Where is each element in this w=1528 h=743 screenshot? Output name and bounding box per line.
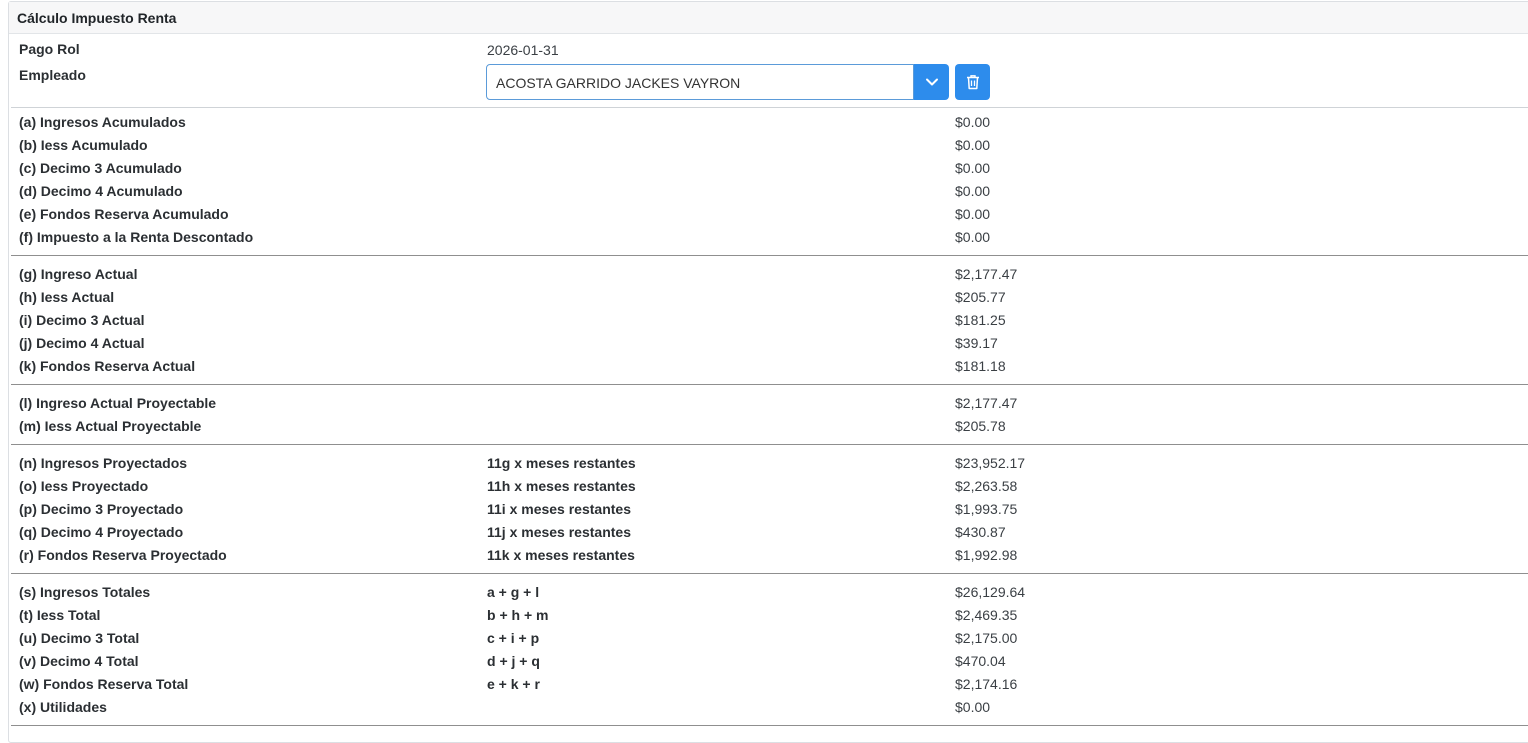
row-value: $0.00 [955, 137, 991, 153]
row-label: (a) Ingresos Acumulados [19, 114, 186, 130]
section-divider [11, 255, 1528, 256]
table-row: (x) Utilidades $0.00 [0, 695, 1528, 718]
row-value: $39.17 [955, 335, 998, 351]
table-row: (n) Ingresos Proyectados 11g x meses res… [0, 451, 1528, 474]
row-label: (p) Decimo 3 Proyectado [19, 501, 184, 517]
section-divider [11, 725, 1528, 726]
row-value: $181.25 [955, 312, 1006, 328]
table-row: (t) Iess Total b + h + m $2,469.35 [0, 603, 1528, 626]
row-formula: 11h x meses restantes [487, 478, 636, 494]
row-value: $2,263.58 [955, 478, 1018, 494]
table-row: (l) Ingreso Actual Proyectable $2,177.47 [0, 391, 1528, 414]
table-row: (w) Fondos Reserva Total e + k + r $2,17… [0, 672, 1528, 695]
table-row: (b) Iess Acumulado $0.00 [0, 133, 1528, 156]
row-value: $0.00 [955, 229, 991, 245]
table-row: (m) Iess Actual Proyectable $205.78 [0, 414, 1528, 437]
panel-title: Cálculo Impuesto Renta [17, 10, 177, 26]
row-value: $181.18 [955, 358, 1006, 374]
row-label: (b) Iess Acumulado [19, 137, 148, 153]
empleado-dropdown-button[interactable] [914, 64, 949, 100]
row-value: $0.00 [955, 160, 991, 176]
trash-icon [966, 75, 979, 90]
row-value: $0.00 [955, 206, 991, 222]
table-row: (k) Fondos Reserva Actual $181.18 [0, 354, 1528, 377]
row-formula: c + i + p [487, 630, 540, 646]
table-row: (d) Decimo 4 Acumulado $0.00 [0, 179, 1528, 202]
row-value: $205.77 [955, 289, 1006, 305]
pago-rol-label: Pago Rol [19, 41, 80, 57]
row-formula: 11g x meses restantes [487, 455, 636, 471]
row-value: $1,992.98 [955, 547, 1018, 563]
table-row: (s) Ingresos Totales a + g + l $26,129.6… [0, 580, 1528, 603]
row-label: (w) Fondos Reserva Total [19, 676, 189, 692]
row-value: $0.00 [955, 699, 991, 715]
section-divider [11, 573, 1528, 574]
table-row: (e) Fondos Reserva Acumulado $0.00 [0, 202, 1528, 225]
row-label: (g) Ingreso Actual [19, 266, 138, 282]
row-label: (c) Decimo 3 Acumulado [19, 160, 182, 176]
row-value: $430.87 [955, 524, 1006, 540]
table-row: (h) Iess Actual $205.77 [0, 285, 1528, 308]
row-formula: 11i x meses restantes [487, 501, 631, 517]
row-label: (m) Iess Actual Proyectable [19, 418, 202, 434]
pago-rol-value: 2026-01-31 [487, 42, 559, 58]
panel-header: Cálculo Impuesto Renta [9, 2, 1528, 34]
row-value: $470.04 [955, 653, 1006, 669]
row-value: $1,993.75 [955, 501, 1018, 517]
empleado-label: Empleado [19, 67, 86, 83]
row-label: (i) Decimo 3 Actual [19, 312, 145, 328]
row-label: (q) Decimo 4 Proyectado [19, 524, 184, 540]
table-row: (u) Decimo 3 Total c + i + p $2,175.00 [0, 626, 1528, 649]
row-formula: 11j x meses restantes [487, 524, 631, 540]
row-value: $205.78 [955, 418, 1006, 434]
row-value: $0.00 [955, 114, 991, 130]
table-row: (r) Fondos Reserva Proyectado 11k x mese… [0, 543, 1528, 566]
row-label: (h) Iess Actual [19, 289, 115, 305]
table-row: (c) Decimo 3 Acumulado $0.00 [0, 156, 1528, 179]
row-value: $23,952.17 [955, 455, 1026, 471]
row-label: (t) Iess Total [19, 607, 101, 623]
row-value: $2,174.16 [955, 676, 1018, 692]
empleado-select-value: ACOSTA GARRIDO JACKES VAYRON [496, 75, 741, 91]
row-label: (l) Ingreso Actual Proyectable [19, 395, 217, 411]
row-formula: b + h + m [487, 607, 549, 623]
row-value: $2,175.00 [955, 630, 1018, 646]
row-formula: d + j + q [487, 653, 540, 669]
clear-empleado-button[interactable] [955, 64, 990, 100]
row-formula: e + k + r [487, 676, 540, 692]
table-row: (f) Impuesto a la Renta Descontado $0.00 [0, 225, 1528, 248]
row-label: (v) Decimo 4 Total [19, 653, 139, 669]
chevron-down-icon [925, 78, 938, 86]
row-label: (d) Decimo 4 Acumulado [19, 183, 183, 199]
row-label: (n) Ingresos Proyectados [19, 455, 188, 471]
table-row: (v) Decimo 4 Total d + j + q $470.04 [0, 649, 1528, 672]
row-value: $0.00 [955, 183, 991, 199]
row-label: (s) Ingresos Totales [19, 584, 151, 600]
header-divider [11, 107, 1528, 108]
row-label: (e) Fondos Reserva Acumulado [19, 206, 229, 222]
table-row: (i) Decimo 3 Actual $181.25 [0, 308, 1528, 331]
section-divider [11, 444, 1528, 445]
section-divider [11, 384, 1528, 385]
row-label: (r) Fondos Reserva Proyectado [19, 547, 227, 563]
table-row: (a) Ingresos Acumulados $0.00 [0, 110, 1528, 133]
row-value: $2,177.47 [955, 266, 1018, 282]
table-row: (j) Decimo 4 Actual $39.17 [0, 331, 1528, 354]
row-formula: 11k x meses restantes [487, 547, 635, 563]
row-label: (j) Decimo 4 Actual [19, 335, 145, 351]
table-row: (g) Ingreso Actual $2,177.47 [0, 262, 1528, 285]
row-label: (k) Fondos Reserva Actual [19, 358, 196, 374]
row-label: (u) Decimo 3 Total [19, 630, 140, 646]
table-row: (p) Decimo 3 Proyectado 11i x meses rest… [0, 497, 1528, 520]
empleado-select[interactable]: ACOSTA GARRIDO JACKES VAYRON [486, 64, 914, 100]
table-row: (o) Iess Proyectado 11h x meses restante… [0, 474, 1528, 497]
row-label: (x) Utilidades [19, 699, 107, 715]
row-label: (f) Impuesto a la Renta Descontado [19, 229, 254, 245]
row-label: (o) Iess Proyectado [19, 478, 149, 494]
row-value: $2,469.35 [955, 607, 1018, 623]
row-value: $2,177.47 [955, 395, 1018, 411]
table-row: (q) Decimo 4 Proyectado 11j x meses rest… [0, 520, 1528, 543]
row-value: $26,129.64 [955, 584, 1026, 600]
row-formula: a + g + l [487, 584, 540, 600]
